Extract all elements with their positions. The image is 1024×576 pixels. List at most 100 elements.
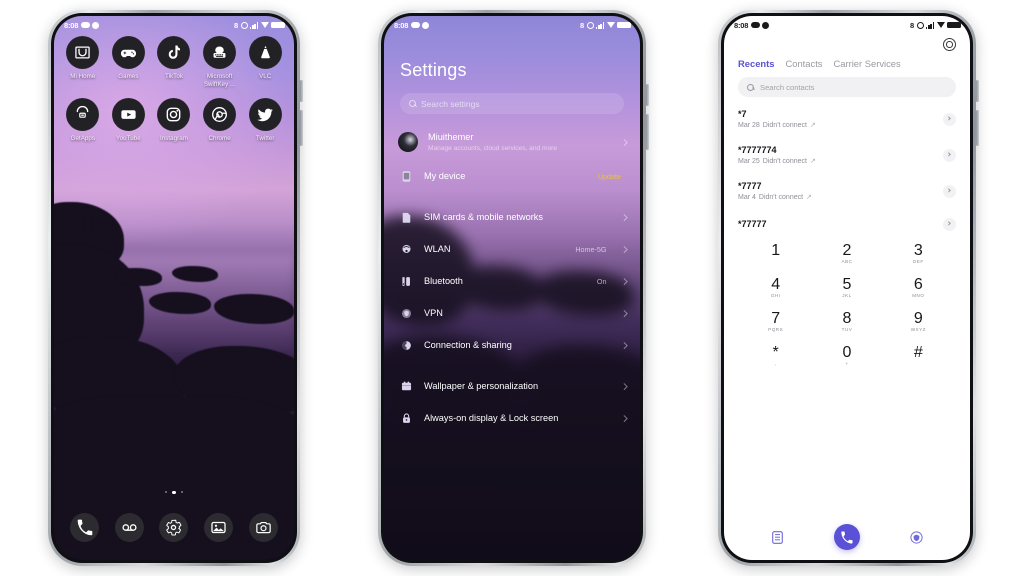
settings-row-label: My device (424, 171, 466, 182)
carrier-digit: 8 (234, 20, 238, 30)
search-placeholder: Search contacts (760, 82, 815, 92)
list-divider (384, 193, 640, 202)
account-subtitle: Manage accounts, cloud services, and mor… (428, 144, 558, 152)
search-contacts-input[interactable]: Search contacts (738, 77, 956, 97)
dock (54, 513, 294, 542)
settings-row-always-on-display-lock-screen[interactable]: Always-on display & Lock screen (384, 403, 640, 435)
app-twitter[interactable]: Twitter (242, 98, 288, 143)
tab-recents[interactable]: Recents (738, 58, 774, 69)
dialpad-key-star[interactable]: *, (740, 339, 811, 371)
dialpad-digit: 6 (913, 275, 923, 293)
dialpad-key-3[interactable]: 3 DEF (883, 237, 954, 269)
dialpad-key-6[interactable]: 6 MNO (883, 271, 954, 303)
settings-row-sim-cards-mobile-networks[interactable]: SIM cards & mobile networks (384, 202, 640, 234)
app-instagram[interactable]: Instagram (151, 98, 197, 143)
gamepad-icon (111, 36, 145, 69)
alarm-icon (92, 21, 100, 29)
phone-icon[interactable] (69, 513, 99, 542)
instagram-icon (157, 98, 191, 131)
alarm-icon (762, 21, 770, 29)
settings-row-wlan[interactable]: WLAN Home-5G (384, 234, 640, 266)
app-chrome[interactable]: Chrome (197, 98, 243, 143)
dnd-icon (410, 22, 420, 28)
dialpad-digit: 8 (842, 309, 852, 327)
dialer-bottom-bar (724, 524, 970, 550)
settings-row-label: Always-on display & Lock screen (424, 413, 559, 424)
dialpad-digit: 4 (771, 275, 781, 293)
dialpad-key-5[interactable]: 5 JKL (811, 271, 882, 303)
app-microsoft-swiftkey[interactable]: Microsoft SwiftKey ... (197, 36, 243, 88)
signal-icon (596, 21, 604, 29)
settings-row-value: Home-5G (575, 245, 607, 255)
app-youtube[interactable]: YouTube (106, 98, 152, 143)
dialpad-letters: , (774, 360, 777, 366)
gallery-icon[interactable] (204, 513, 234, 542)
dialpad-letters: JKL (842, 292, 852, 298)
app-label: Instagram (160, 135, 188, 142)
status-time: 8:08 (64, 20, 79, 30)
settings-row-connection-sharing[interactable]: Connection & sharing (384, 330, 640, 362)
app-games[interactable]: Games (106, 36, 152, 88)
call-log-row[interactable]: *7777774 Mar 25 Didn't connect ↗ (738, 137, 956, 173)
call-details-button[interactable] (943, 112, 956, 126)
tab-contacts[interactable]: Contacts (785, 58, 822, 69)
gear-icon[interactable] (943, 38, 956, 51)
status-bar: 8:08 8 (384, 16, 640, 34)
page-title: Settings (400, 60, 467, 80)
chevron-right-icon (620, 139, 627, 146)
settings-row-vpn[interactable]: VPN (384, 298, 640, 330)
call-status: Didn't connect (762, 121, 807, 129)
dialpad-key-4[interactable]: 4 GHI (740, 271, 811, 303)
battery-icon (271, 21, 285, 29)
caller-id-shield-icon[interactable] (909, 530, 923, 544)
vlc-cone-icon (248, 36, 282, 69)
tab-carrier-services[interactable]: Carrier Services (833, 58, 900, 69)
status-bar: 8:08 8 (54, 16, 294, 34)
page-dot (172, 490, 176, 494)
call-details-button[interactable] (943, 217, 956, 231)
page-dot (164, 490, 168, 494)
settings-row-wallpaper-personalization[interactable]: Wallpaper & personalization (384, 371, 640, 403)
call-log-row[interactable]: *7 Mar 28 Didn't connect ↗ (738, 101, 956, 137)
settings-row-my-device[interactable]: My device Update (384, 161, 640, 193)
twitter-bird-icon (248, 98, 282, 131)
dialpad-key-1[interactable]: 1 (740, 237, 811, 269)
dialpad-key-hash[interactable]: # (883, 339, 954, 371)
vpn-shield-icon (398, 306, 414, 322)
settings-gear-icon[interactable] (159, 513, 189, 542)
mi-home-icon (66, 36, 100, 69)
youtube-icon (111, 98, 145, 131)
status-time: 8:08 (394, 20, 409, 30)
call-number: *7777774 (738, 144, 777, 155)
app-tiktok[interactable]: TikTok (151, 36, 197, 88)
app-label: Games (118, 73, 139, 80)
call-details-button[interactable] (943, 148, 956, 162)
dialpad-key-2[interactable]: 2 ABC (811, 237, 882, 269)
call-status: Didn't connect (762, 157, 807, 165)
settings-row-account[interactable]: Miuithemer Manage accounts, cloud service… (384, 126, 640, 161)
dialpad-key-0[interactable]: 0 + (811, 339, 882, 371)
voicemail-icon[interactable] (114, 513, 144, 542)
app-getapps[interactable]: GetApps (60, 98, 106, 143)
recent-calls-list: *7 Mar 28 Didn't connect ↗ *7777774 Mar 25 Did… (724, 101, 970, 231)
swiftkey-icon (203, 36, 237, 69)
settings-row-bluetooth[interactable]: Bluetooth On (384, 266, 640, 298)
call-log-row[interactable]: *7777 Mar 4 Didn't connect ↗ (738, 173, 956, 209)
app-mi-home[interactable]: Mi Home (60, 36, 106, 88)
camera-icon[interactable] (249, 513, 279, 542)
keypad-log-icon[interactable] (771, 530, 785, 544)
wifi-circle-icon (398, 242, 414, 258)
dialpad-key-9[interactable]: 9 WXYZ (883, 305, 954, 337)
call-log-row[interactable]: *77777 (738, 209, 956, 231)
call-details-button[interactable] (943, 184, 956, 198)
wifi-icon (606, 22, 615, 28)
dialpad-key-7[interactable]: 7 PQRS (740, 305, 811, 337)
dialpad-key-8[interactable]: 8 TUV (811, 305, 882, 337)
account-name: Miuithemer (428, 132, 474, 142)
search-placeholder: Search settings (421, 98, 480, 109)
call-date: Mar 28 (738, 121, 760, 129)
settings-search-input[interactable]: Search settings (400, 93, 624, 114)
app-vlc[interactable]: VLC (242, 36, 288, 88)
settings-row-label: Bluetooth (424, 276, 463, 287)
call-button[interactable] (833, 524, 860, 550)
